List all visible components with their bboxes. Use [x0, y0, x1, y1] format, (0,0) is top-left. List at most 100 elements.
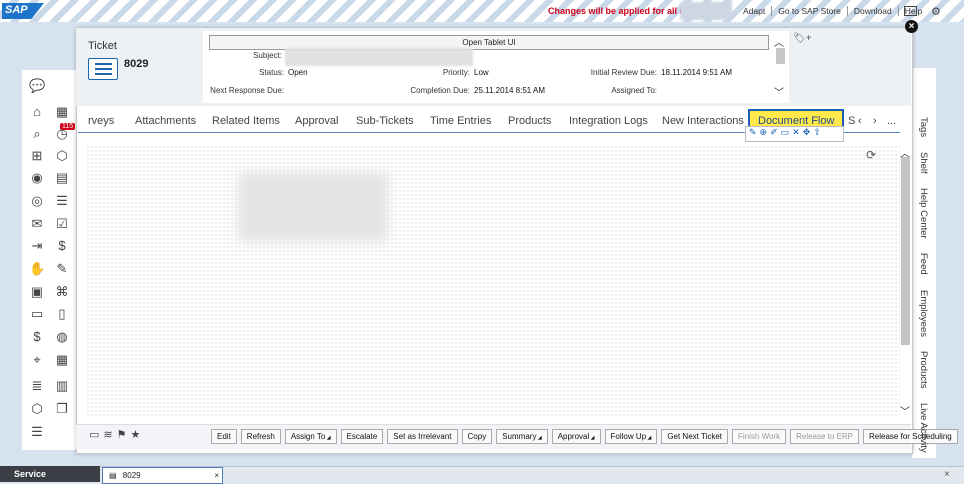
checklist-icon[interactable]: ☑ — [54, 216, 70, 232]
tab-new-interactions[interactable]: New Interactions — [662, 115, 744, 127]
handshake-icon[interactable]: ✋ — [29, 261, 45, 277]
release-for-scheduling-button[interactable]: Release for Scheduling — [863, 429, 958, 444]
header-scroll-thumb[interactable] — [776, 48, 785, 64]
header-scrollbar[interactable]: ︿ ﹀ — [774, 34, 786, 99]
help-center-label[interactable]: Help Center — [918, 188, 929, 239]
search-icon[interactable]: ⌕ — [29, 126, 45, 142]
org-chart-icon[interactable]: ⊞ — [29, 148, 45, 164]
summary-button[interactable]: Summary ◢ — [496, 429, 548, 444]
feed-label[interactable]: Feed — [918, 253, 929, 275]
download-link[interactable]: Download — [848, 6, 899, 16]
tab-next-icon[interactable]: › — [873, 115, 877, 127]
invoice-icon[interactable]: $ — [29, 329, 45, 345]
close-all-icon[interactable]: × — [944, 469, 950, 480]
home-icon[interactable]: ⌂ — [29, 104, 45, 120]
wrench-icon[interactable]: ✎ — [749, 127, 757, 141]
tab-attachments[interactable]: Attachments — [135, 115, 196, 127]
products-label[interactable]: Products — [918, 351, 929, 389]
message-icon[interactable]: ▭ — [29, 306, 45, 322]
sap-store-link[interactable]: Go to SAP Store — [772, 6, 848, 16]
get-next-ticket-button[interactable]: Get Next Ticket — [661, 429, 728, 444]
close-window-button[interactable]: × — [905, 20, 918, 33]
schedule-icon[interactable]: ▣ — [29, 284, 45, 300]
content-scroll-thumb[interactable] — [901, 157, 910, 345]
escalate-button[interactable]: Escalate — [340, 429, 384, 444]
tab-time-entries[interactable]: Time Entries — [430, 115, 491, 127]
move-icon[interactable]: ✥ — [803, 127, 811, 141]
adapt-link[interactable]: Adapt — [737, 6, 773, 16]
copy-button[interactable]: Copy — [461, 429, 493, 444]
task-tab-ticket[interactable]: ▤ 8029 × — [102, 467, 223, 484]
subject-value-redacted — [285, 48, 473, 66]
package-icon[interactable]: ⬡ — [29, 401, 45, 417]
star-icon[interactable]: ★ — [131, 428, 141, 441]
tab-approval[interactable]: Approval — [295, 115, 338, 127]
clipboard-icon[interactable]: ▥ — [54, 378, 70, 394]
chat-icon[interactable]: 💬 — [29, 78, 45, 94]
tab-prev-icon[interactable]: ‹ — [858, 115, 862, 127]
move-up-icon[interactable]: ⇧ — [813, 127, 821, 141]
set-irrelevant-button[interactable]: Set as Irrelevant — [387, 429, 458, 444]
tab-integration-logs[interactable]: Integration Logs — [569, 115, 648, 127]
tag-add-icon[interactable]: 🏷+ — [793, 33, 812, 44]
release-to-erp-button[interactable]: Release to ERP — [790, 429, 860, 444]
scroll-up-icon[interactable]: ︿ — [774, 34, 786, 49]
content-scrollbar[interactable]: ︿ ﹀ — [900, 145, 911, 418]
tablet-icon[interactable]: ▯ — [54, 306, 70, 322]
refresh-button[interactable]: Refresh — [240, 429, 281, 444]
employees-label[interactable]: Employees — [918, 290, 929, 337]
document-edit-icon[interactable]: ✎ — [54, 261, 70, 277]
comment-icon[interactable]: ▭ — [781, 127, 790, 141]
assign-to-button[interactable]: Assign To ◢ — [284, 429, 337, 444]
edit-icon[interactable]: ✐ — [770, 127, 778, 141]
approval-button[interactable]: Approval ◢ — [551, 429, 601, 444]
document-flow-diagram-redacted — [238, 172, 388, 242]
assigned-to-label: Assigned To: — [611, 86, 657, 95]
tab-products[interactable]: Products — [508, 115, 551, 127]
currency-icon[interactable]: $ — [54, 238, 70, 254]
report-icon[interactable]: ▤ — [54, 170, 70, 186]
refresh-icon[interactable]: ⟳ — [866, 148, 876, 162]
ticket-service-icon[interactable]: ⌘ — [54, 284, 70, 300]
feed-comment-icon[interactable]: ▭ — [89, 428, 99, 441]
task-tab-close-icon[interactable]: × — [214, 468, 219, 483]
tab-surveys[interactable]: rveys — [88, 115, 114, 127]
delete-icon[interactable]: ✕ — [792, 127, 800, 141]
tab-related-items[interactable]: Related Items — [212, 115, 280, 127]
tab-sub-tickets[interactable]: Sub-Tickets — [356, 115, 414, 127]
globe-icon[interactable]: ◍ — [54, 329, 70, 345]
edit-button[interactable]: Edit — [211, 429, 237, 444]
add-icon[interactable]: ⊕ — [760, 127, 768, 141]
shelf-label[interactable]: Shelf — [918, 152, 929, 174]
ticket-icon — [88, 58, 118, 80]
ticket-tab-icon: ▤ — [109, 471, 117, 480]
flag-icon[interactable]: ⚑ — [117, 428, 127, 441]
user-icon[interactable]: ◉ — [29, 170, 45, 186]
people-list-icon[interactable]: ☰ — [54, 193, 70, 209]
tags-label[interactable]: Tags — [918, 117, 929, 137]
list-icon[interactable]: ☰ — [29, 424, 45, 440]
calendar-icon[interactable]: ▦ — [54, 104, 70, 120]
rss-icon[interactable]: ≋ — [103, 428, 112, 441]
sap-logo-text: SAP — [5, 4, 28, 16]
mail-icon[interactable]: ✉ — [29, 216, 45, 232]
contact-icon[interactable]: ◎ — [29, 193, 45, 209]
live-activity-label[interactable]: Live Activity — [918, 403, 929, 453]
pages-icon[interactable]: ❐ — [54, 401, 70, 417]
service-workcenter[interactable]: Service — [0, 466, 100, 482]
finish-work-button[interactable]: Finish Work — [732, 429, 787, 444]
screen-icon[interactable] — [904, 6, 917, 16]
payment-icon[interactable]: ⇥ — [29, 238, 45, 254]
gear-icon[interactable]: ⚙ — [931, 5, 941, 18]
tab-overflow[interactable]: S — [848, 115, 855, 127]
box-icon[interactable]: ⬡ — [54, 148, 70, 164]
next-response-label: Next Response Due: — [210, 86, 284, 95]
tab-more-button[interactable]: ... — [887, 115, 896, 127]
map-icon[interactable]: ⌖ — [29, 352, 45, 368]
scroll-down-icon[interactable]: ﹀ — [774, 84, 784, 99]
user-name-redacted — [680, 2, 732, 20]
calendar-date-icon[interactable]: ▦ — [54, 352, 70, 368]
price-list-icon[interactable]: ≣ — [29, 378, 45, 394]
content-scroll-down-icon[interactable]: ﹀ — [900, 403, 910, 418]
follow-up-button[interactable]: Follow Up ◢ — [604, 429, 658, 444]
